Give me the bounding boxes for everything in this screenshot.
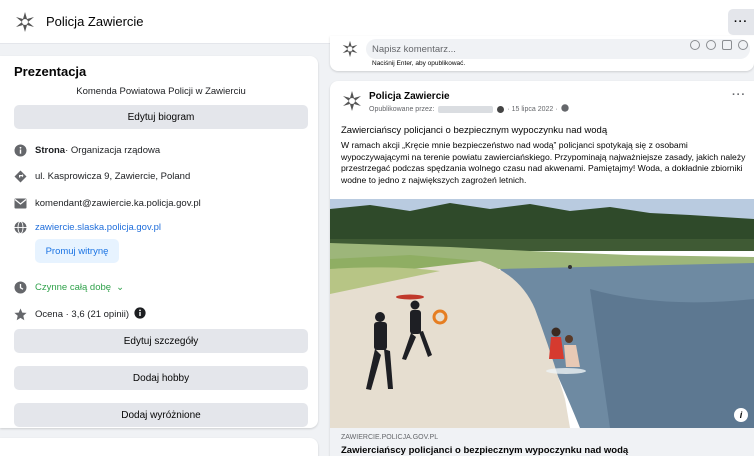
- add-hobby-button[interactable]: Dodaj hobby: [14, 366, 308, 390]
- link-preview[interactable]: ZAWIERCIE.POLICJA.GOV.PL Zawierciańscy p…: [330, 428, 754, 456]
- mail-icon: [14, 197, 27, 210]
- avatar[interactable]: [341, 90, 363, 112]
- hours-row: Czynne całą dobę ⌄: [14, 279, 124, 295]
- gif-icon[interactable]: [722, 40, 732, 50]
- more-options-button[interactable]: ···: [728, 9, 754, 35]
- camera-icon[interactable]: [706, 40, 716, 50]
- globe-small-icon: [560, 104, 569, 114]
- website-link[interactable]: zawiercie.slaska.policja.gov.pl: [35, 222, 161, 233]
- comment-tools: [690, 40, 748, 50]
- diamond-location-icon: [14, 170, 27, 183]
- redacted-name: [438, 105, 494, 113]
- chevron-down-icon[interactable]: ⌄: [116, 282, 124, 293]
- post-meta: Opublikowane przez: · 15 lipca 2022 ·: [369, 104, 569, 114]
- info-icon: [14, 144, 27, 157]
- comment-card: Napisz komentarz... Naciśnij Enter, aby …: [330, 36, 754, 71]
- category-text: · Organizacja rządowa: [65, 144, 161, 156]
- edit-details-button[interactable]: Edytuj szczegóły: [14, 329, 308, 353]
- link-domain: ZAWIERCIE.POLICJA.GOV.PL: [341, 434, 439, 441]
- clock-icon: [14, 281, 27, 294]
- link-title[interactable]: Zawierciańscy policjanci o bezpiecznym w…: [341, 445, 628, 456]
- post-headline: Zawierciańscy policjanci o bezpiecznym w…: [341, 125, 608, 136]
- category-prefix: Strona: [35, 144, 66, 156]
- sticker-icon[interactable]: [738, 40, 748, 50]
- intro-title: Prezentacja: [14, 64, 87, 79]
- post-card: Policja Zawiercie Opublikowane przez: · …: [330, 81, 754, 456]
- comment-placeholder: Napisz komentarz...: [372, 43, 456, 55]
- address-row: ul. Kasprowicza 9, Zawiercie, Poland: [14, 168, 190, 184]
- hours-text[interactable]: Czynne całą dobę: [35, 282, 111, 293]
- image-info-icon[interactable]: i: [734, 408, 748, 422]
- post-more-button[interactable]: ···: [732, 89, 746, 101]
- website-row: zawiercie.slaska.policja.gov.pl: [14, 219, 161, 235]
- location-dot-icon: [497, 105, 505, 113]
- page-title[interactable]: Policja Zawiercie: [46, 14, 144, 29]
- rating-info-icon[interactable]: [134, 306, 146, 322]
- edit-bio-button[interactable]: Edytuj biogram: [14, 105, 308, 129]
- globe-icon: [14, 220, 27, 234]
- avatar: [341, 40, 359, 58]
- next-card: [0, 438, 318, 456]
- address-text: ul. Kasprowicza 9, Zawiercie, Poland: [35, 170, 191, 182]
- police-star-logo[interactable]: [14, 11, 36, 33]
- rating-row: Ocena · 3,6 (21 opinii): [14, 306, 146, 322]
- published-by-label: Opublikowane przez:: [369, 105, 435, 113]
- emoji-icon[interactable]: [690, 40, 700, 50]
- post-author[interactable]: Policja Zawiercie: [369, 91, 450, 102]
- email-row: komendant@zawiercie.ka.policja.gov.pl: [14, 195, 201, 211]
- add-featured-button[interactable]: Dodaj wyróżnione: [14, 403, 308, 427]
- comment-hint: Naciśnij Enter, aby opublikować.: [372, 60, 466, 67]
- post-body: W ramach akcji „Kręcie mnie bezpieczeńst…: [341, 140, 746, 185]
- post-image[interactable]: i: [330, 199, 754, 428]
- bio-text: Komenda Powiatowa Policji w Zawierciu: [76, 86, 246, 97]
- star-icon: [14, 308, 27, 321]
- intro-card: Prezentacja Komenda Powiatowa Policji w …: [0, 56, 318, 428]
- email-text[interactable]: komendant@zawiercie.ka.policja.gov.pl: [35, 198, 201, 209]
- rating-text: Ocena · 3,6 (21 opinii): [35, 308, 129, 320]
- post-date[interactable]: · 15 lipca 2022 ·: [507, 106, 557, 113]
- category-row: Strona · Organizacja rządowa: [14, 142, 160, 158]
- promote-website-button[interactable]: Promuj witrynę: [35, 239, 119, 263]
